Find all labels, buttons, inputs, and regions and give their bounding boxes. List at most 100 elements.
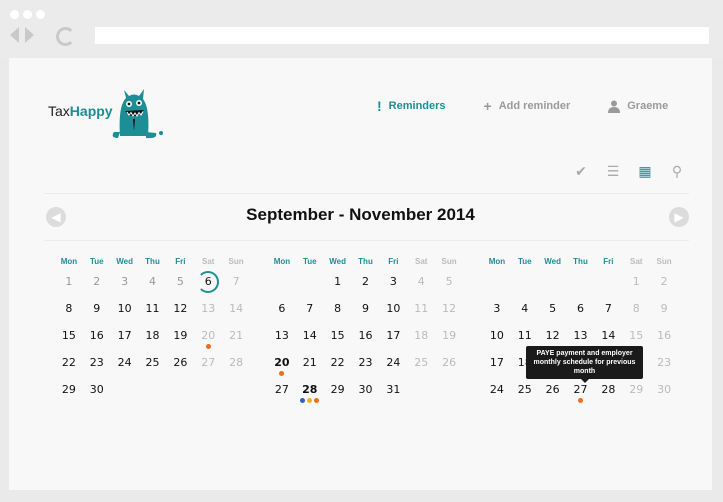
minimize-dot[interactable] [23, 10, 32, 19]
day-cell[interactable]: 22 [324, 350, 352, 377]
day-cell[interactable]: 10 [483, 323, 511, 350]
event-dot[interactable] [314, 398, 320, 403]
day-cell[interactable]: 10 [111, 296, 139, 323]
day-cell[interactable]: 19 [435, 323, 463, 350]
day-cell[interactable]: 20 [194, 323, 222, 350]
day-cell[interactable]: 20 [268, 350, 296, 377]
day-cell[interactable]: 19 [166, 323, 194, 350]
day-cell[interactable]: 21 [296, 350, 324, 377]
day-cell[interactable]: 2 [83, 269, 111, 296]
day-cell[interactable]: 30 [650, 377, 678, 404]
day-cell[interactable]: 30 [83, 377, 111, 404]
logo[interactable]: TaxHappy [48, 103, 113, 119]
day-cell[interactable]: 17 [483, 350, 511, 377]
day-cell[interactable]: 23 [352, 350, 380, 377]
day-cell[interactable]: 7 [594, 296, 622, 323]
day-cell[interactable]: 9 [352, 296, 380, 323]
back-icon[interactable] [10, 27, 19, 43]
day-cell[interactable]: 31 [379, 377, 407, 404]
next-months-button[interactable]: ▶ [669, 207, 689, 227]
day-cell[interactable]: 25 [407, 350, 435, 377]
day-cell[interactable]: 28 [594, 377, 622, 404]
day-cell[interactable]: 26 [435, 350, 463, 377]
day-cell[interactable]: 17 [379, 323, 407, 350]
day-cell[interactable]: 24 [379, 350, 407, 377]
day-cell[interactable]: 11 [139, 296, 167, 323]
day-cell[interactable]: 2 [352, 269, 380, 296]
list-icon[interactable]: ☰ [604, 163, 622, 181]
reload-icon[interactable] [56, 27, 75, 46]
day-cell[interactable]: 10 [379, 296, 407, 323]
day-cell[interactable]: 16 [83, 323, 111, 350]
day-cell[interactable]: 9 [83, 296, 111, 323]
nav-reminders[interactable]: ! Reminders [377, 98, 446, 114]
day-cell[interactable]: 12 [166, 296, 194, 323]
event-dot[interactable] [578, 398, 583, 403]
day-cell[interactable]: 6 [268, 296, 296, 323]
day-cell[interactable]: 18 [139, 323, 167, 350]
day-cell[interactable]: 13 [194, 296, 222, 323]
day-cell[interactable]: 8 [622, 296, 650, 323]
day-cell[interactable]: 29 [622, 377, 650, 404]
day-cell[interactable]: 8 [324, 296, 352, 323]
close-dot[interactable] [10, 10, 19, 19]
day-cell[interactable]: 14 [296, 323, 324, 350]
day-cell[interactable]: 18 [407, 323, 435, 350]
day-cell[interactable]: 26 [539, 377, 567, 404]
maximize-dot[interactable] [36, 10, 45, 19]
nav-add-reminder[interactable]: + Add reminder [484, 98, 571, 114]
day-cell[interactable]: 30 [352, 377, 380, 404]
day-cell[interactable]: 1 [622, 269, 650, 296]
day-cell[interactable]: 16 [650, 323, 678, 350]
day-cell[interactable]: 29 [55, 377, 83, 404]
day-cell[interactable]: 4 [407, 269, 435, 296]
day-cell[interactable]: 1 [324, 269, 352, 296]
day-cell[interactable]: 5 [166, 269, 194, 296]
day-cell[interactable]: 2 [650, 269, 678, 296]
day-cell[interactable]: 15 [55, 323, 83, 350]
day-cell[interactable]: 8 [55, 296, 83, 323]
day-cell[interactable]: 23 [650, 350, 678, 377]
url-bar[interactable] [95, 27, 709, 44]
day-cell[interactable]: 27 [194, 350, 222, 377]
checkmark-icon[interactable]: ✔ [572, 163, 590, 181]
day-cell[interactable]: 29 [324, 377, 352, 404]
day-cell[interactable]: 25 [511, 377, 539, 404]
event-dot[interactable] [307, 398, 313, 403]
nav-user[interactable]: Graeme [608, 98, 668, 114]
event-dot[interactable] [205, 344, 211, 349]
day-cell[interactable]: 7 [296, 296, 324, 323]
day-cell[interactable]: 9 [650, 296, 678, 323]
day-cell[interactable]: 16 [352, 323, 380, 350]
day-cell[interactable]: 25 [139, 350, 167, 377]
forward-icon[interactable] [25, 27, 34, 43]
day-cell[interactable]: 28 [222, 350, 250, 377]
day-cell[interactable]: 1 [55, 269, 83, 296]
day-cell[interactable]: 3 [111, 269, 139, 296]
day-cell[interactable]: 5 [435, 269, 463, 296]
day-cell[interactable]: 13 [268, 323, 296, 350]
day-cell[interactable]: 27 [268, 377, 296, 404]
day-cell[interactable]: 28 [296, 377, 324, 404]
day-cell[interactable]: 17 [111, 323, 139, 350]
day-cell[interactable]: 21 [222, 323, 250, 350]
event-dot[interactable] [300, 398, 306, 403]
day-cell[interactable]: 4 [139, 269, 167, 296]
day-cell[interactable]: 22 [55, 350, 83, 377]
day-cell[interactable]: 3 [483, 296, 511, 323]
day-cell[interactable]: 3 [379, 269, 407, 296]
day-cell[interactable]: 12 [435, 296, 463, 323]
day-cell[interactable]: 7 [222, 269, 250, 296]
search-icon[interactable]: ⚲ [668, 163, 686, 181]
day-cell[interactable]: 24 [111, 350, 139, 377]
day-cell[interactable]: 6 [567, 296, 595, 323]
calendar-icon[interactable]: ▦ [636, 163, 654, 181]
day-cell[interactable]: 24 [483, 377, 511, 404]
day-cell[interactable]: 11 [407, 296, 435, 323]
day-cell[interactable]: 6 [194, 269, 222, 296]
day-cell[interactable]: 23 [83, 350, 111, 377]
day-cell[interactable]: 26 [166, 350, 194, 377]
day-cell[interactable]: 4 [511, 296, 539, 323]
day-cell[interactable]: 15 [324, 323, 352, 350]
day-cell[interactable]: 5 [539, 296, 567, 323]
